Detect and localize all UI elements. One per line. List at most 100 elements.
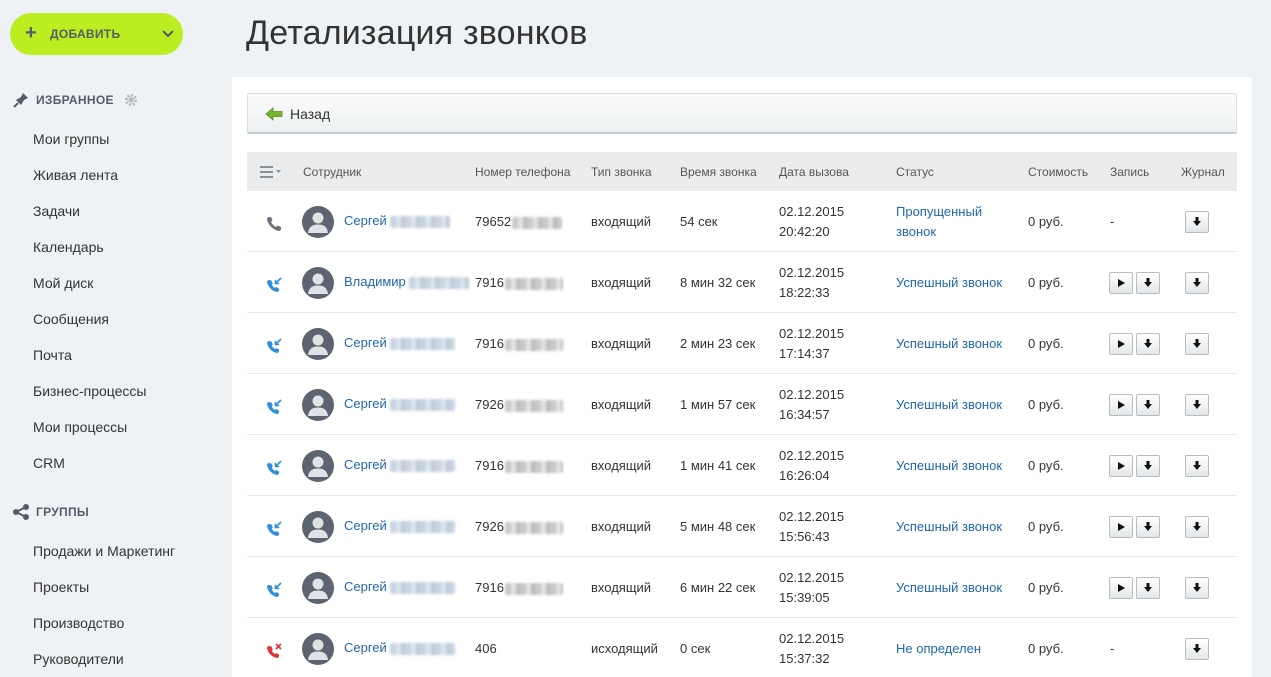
phone-number: 7916 [475,275,563,290]
call-status[interactable]: Пропущенный звонок [896,202,982,242]
employee-link[interactable]: Сергей [344,335,456,350]
groups-header[interactable]: ГРУППЫ [12,503,89,521]
gear-icon[interactable] [124,93,138,107]
redacted-phone [504,460,563,473]
call-status[interactable]: Успешный звонок [896,578,1002,598]
chevron-down-icon [162,30,174,38]
employee-link[interactable]: Сергей [344,518,456,533]
sidebar-item[interactable]: Производство [33,615,124,631]
header-call-date[interactable]: Дата вызова [779,165,849,179]
call-date: 02.12.2015 15:37:32 [779,629,844,669]
sidebar-item[interactable]: Сообщения [33,311,109,327]
play-icon [1118,401,1125,409]
phone-visible: 7926 [475,397,504,412]
redacted-surname [390,398,456,411]
play-record-button[interactable] [1109,516,1133,538]
play-record-button[interactable] [1109,394,1133,416]
download-record-button[interactable] [1136,455,1160,477]
redacted-surname [390,520,456,533]
employee-link[interactable]: Сергей [344,457,456,472]
favorites-header[interactable]: ИЗБРАННОЕ [12,91,138,109]
call-type: входящий [591,458,652,473]
call-status[interactable]: Успешный звонок [896,273,1002,293]
download-record-button[interactable] [1136,394,1160,416]
sidebar-item[interactable]: Задачи [33,203,80,219]
call-date: 02.12.2015 20:42:20 [779,202,844,242]
download-log-button[interactable] [1185,516,1209,538]
download-icon [1144,339,1152,348]
call-status[interactable]: Не определен [896,639,981,659]
sidebar-item[interactable]: Руководители [33,651,124,667]
download-log-button[interactable] [1185,394,1209,416]
phone-visible: 406 [475,641,497,656]
header-employee[interactable]: Сотрудник [303,165,361,179]
sidebar-item[interactable]: Мой диск [33,275,93,291]
download-log-button[interactable] [1185,272,1209,294]
column-menu-icon[interactable] [260,166,282,178]
download-record-button[interactable] [1136,272,1160,294]
sidebar-item[interactable]: Живая лента [33,167,118,183]
call-cost: 0 руб. [1028,397,1064,412]
download-log-button[interactable] [1185,638,1209,660]
play-record-button[interactable] [1109,272,1133,294]
record-empty: - [1110,641,1115,656]
redacted-surname [390,337,456,350]
download-record-button[interactable] [1136,577,1160,599]
header-phone[interactable]: Номер телефона [475,165,570,179]
play-icon [1118,462,1125,470]
add-button[interactable]: + ДОБАВИТЬ [10,13,183,55]
call-status[interactable]: Успешный звонок [896,334,1002,354]
sidebar-item[interactable]: Продажи и Маркетинг [33,543,175,559]
download-record-button[interactable] [1136,333,1160,355]
sidebar-item[interactable]: Мои процессы [33,419,127,435]
download-log-button[interactable] [1185,455,1209,477]
phone-icon [267,217,281,231]
employee-link[interactable]: Сергей [344,213,451,228]
employee-link[interactable]: Владимир [344,274,470,289]
download-log-button[interactable] [1185,577,1209,599]
download-icon [1193,644,1201,653]
sidebar-item[interactable]: CRM [33,455,65,471]
sidebar-item[interactable]: Мои группы [33,131,109,147]
table-row: Сергей 7926 входящий 1 мин 57 сек 02.12.201… [247,374,1237,435]
call-status[interactable]: Успешный звонок [896,456,1002,476]
header-log[interactable]: Журнал [1181,165,1225,179]
redacted-surname [409,276,470,289]
play-record-button[interactable] [1109,333,1133,355]
download-icon [1193,522,1201,531]
avatar [302,389,334,421]
play-record-button[interactable] [1109,577,1133,599]
redacted-surname [390,459,456,472]
call-date-day: 02.12.2015 [779,204,845,219]
sidebar-item[interactable]: Календарь [33,239,104,255]
redacted-surname [390,642,456,655]
groups-title: ГРУППЫ [36,505,89,519]
sidebar-item[interactable]: Бизнес-процессы [33,383,146,399]
employee-link[interactable]: Сергей [344,396,456,411]
header-status[interactable]: Статус [896,165,934,179]
call-status[interactable]: Успешный звонок [896,395,1002,415]
employee-link[interactable]: Сергей [344,640,456,655]
download-log-button[interactable] [1185,333,1209,355]
avatar [302,328,334,360]
header-call-type[interactable]: Тип звонка [591,165,652,179]
download-log-button[interactable] [1185,211,1209,233]
header-record[interactable]: Запись [1110,165,1149,179]
header-cost[interactable]: Стоимость [1028,165,1088,179]
sidebar-item[interactable]: Почта [33,347,72,363]
play-record-button[interactable] [1109,455,1133,477]
header-call-time[interactable]: Время звонка [680,165,757,179]
sidebar-item[interactable]: Проекты [33,579,89,595]
redacted-phone [512,216,563,229]
table-row: Владимир 7916 входящий 8 мин 32 сек 02.12.2… [247,252,1237,313]
call-type: входящий [591,519,652,534]
back-button[interactable]: Назад [247,93,1237,134]
employee-link[interactable]: Сергей [344,579,456,594]
download-record-button[interactable] [1136,516,1160,538]
call-type: входящий [591,275,652,290]
download-icon [1193,461,1201,470]
call-cost: 0 руб. [1028,458,1064,473]
status-line-1: Не определен [896,641,982,656]
call-status[interactable]: Успешный звонок [896,517,1002,537]
call-date-time: 20:42:20 [779,224,830,239]
